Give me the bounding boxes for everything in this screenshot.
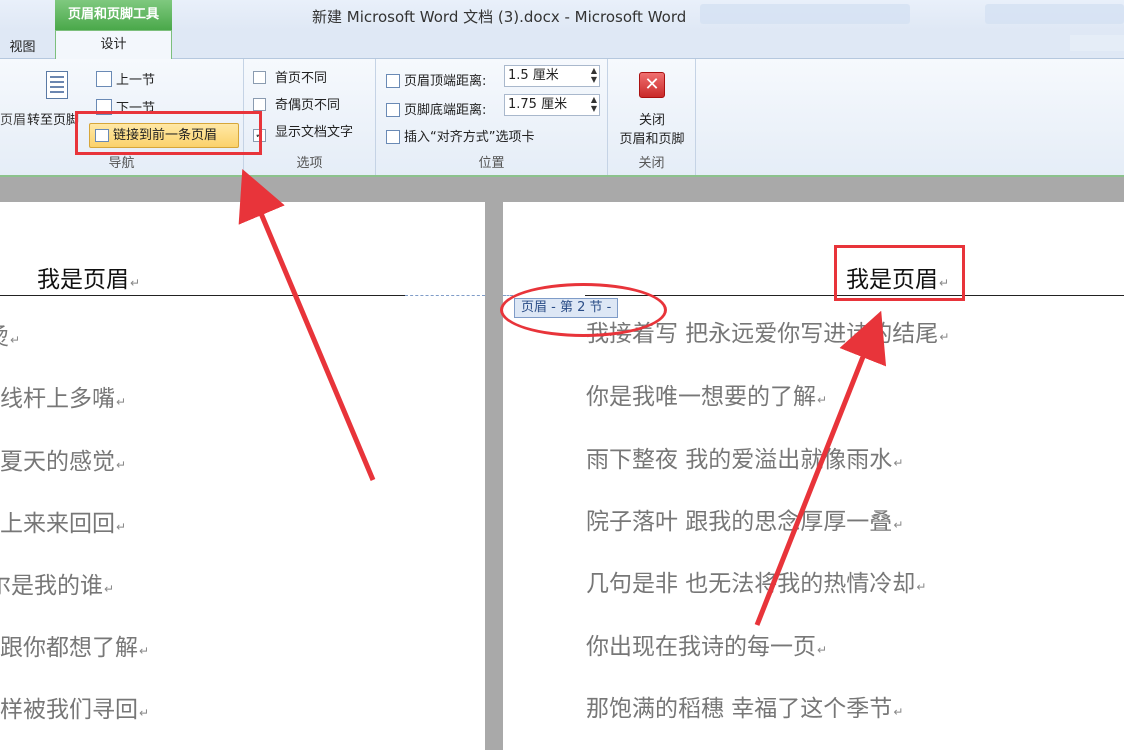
text-line-content: 线杆上多嘴 bbox=[0, 386, 115, 412]
text-line: 样被我们寻回↵ bbox=[0, 690, 149, 724]
show-document-text-checkbox[interactable]: ✓ 显示文档文字 bbox=[253, 121, 353, 142]
text-line-content: 烫 bbox=[0, 324, 9, 350]
text-line: 线杆上多嘴↵ bbox=[0, 379, 126, 413]
close-icon[interactable]: ✕ bbox=[639, 72, 665, 98]
text-line-content: 你是我唯一想要的了解 bbox=[586, 384, 816, 410]
text-line: 你出现在我诗的每一页↵ bbox=[586, 627, 827, 661]
checkbox-icon bbox=[253, 71, 266, 84]
options-group: 首页不同 奇偶页不同 ✓ 显示文档文字 选项 bbox=[244, 59, 376, 175]
spinner-arrows-icon[interactable]: ▲ ▼ bbox=[591, 66, 597, 84]
alignment-tab-icon bbox=[386, 130, 400, 144]
paragraph-mark: ↵ bbox=[817, 643, 828, 657]
paragraph-mark: ↵ bbox=[116, 395, 127, 409]
header-from-top-text: 页眉顶端距离: bbox=[404, 74, 487, 89]
paragraph-mark: ↵ bbox=[139, 706, 150, 720]
paragraph-mark: ↵ bbox=[916, 580, 927, 594]
left-header-text: 我是页眉 bbox=[37, 267, 129, 293]
text-line-content: 院子落叶 跟我的思念厚厚一叠 bbox=[586, 509, 893, 535]
text-line: 上来来回回↵ bbox=[0, 504, 126, 538]
footer-from-bottom-spinner[interactable]: 1.75 厘米 ▲ ▼ bbox=[504, 94, 600, 116]
text-line-content: 尔是我的谁 bbox=[0, 573, 103, 599]
annotation-box-header bbox=[834, 245, 965, 301]
text-line: 院子落叶 跟我的思念厚厚一叠↵ bbox=[586, 502, 903, 536]
paragraph-mark: ↵ bbox=[116, 458, 127, 472]
text-line-content: 你出现在我诗的每一页 bbox=[586, 634, 816, 660]
options-group-label: 选项 bbox=[296, 156, 323, 171]
spinner-arrows-icon[interactable]: ▲ ▼ bbox=[591, 95, 597, 113]
paragraph-mark: ↵ bbox=[817, 393, 828, 407]
text-line-content: 上来来回回 bbox=[0, 511, 115, 537]
tab-design[interactable]: 设计 bbox=[55, 30, 172, 60]
text-line: 尔是我的谁↵ bbox=[0, 566, 114, 600]
paragraph-mark: ↵ bbox=[139, 644, 150, 658]
insert-alignment-tab-label: 插入“对齐方式”选项卡 bbox=[404, 130, 535, 145]
tab-view[interactable]: 视图 bbox=[0, 36, 45, 56]
blurred-ribbon-control bbox=[1070, 35, 1124, 51]
blurred-taskbar-item bbox=[985, 4, 1124, 24]
text-line-content: 雨下整夜 我的爱溢出就像雨水 bbox=[586, 447, 893, 473]
header-position-icon bbox=[386, 74, 400, 88]
previous-section-icon bbox=[96, 71, 112, 87]
text-line-content: 几句是非 也无法将我的热情冷却 bbox=[586, 571, 916, 597]
position-group: 页眉顶端距离: 1.5 厘米 ▲ ▼ 页脚底端距离: 1.75 厘米 ▲ ▼ 插入“… bbox=[376, 59, 608, 175]
footer-from-bottom-text: 页脚底端距离: bbox=[404, 103, 487, 118]
text-line: 雨下整夜 我的爱溢出就像雨水↵ bbox=[586, 440, 903, 474]
annotation-box-link-button bbox=[75, 111, 262, 155]
blurred-taskbar-item bbox=[700, 4, 910, 24]
text-line: 跟你都想了解↵ bbox=[0, 628, 149, 662]
text-line-content: 那饱满的稻穗 幸福了这个季节 bbox=[586, 696, 893, 722]
paragraph-mark: ↵ bbox=[939, 330, 950, 344]
left-page-header[interactable]: 我是页眉↵ bbox=[37, 260, 140, 294]
paragraph-mark: ↵ bbox=[893, 456, 904, 470]
paragraph-mark: ↵ bbox=[893, 705, 904, 719]
goto-footer-icon bbox=[46, 71, 68, 99]
ribbon-tab-row: 视图 设计 bbox=[0, 30, 1124, 60]
paragraph-mark: ↵ bbox=[116, 520, 127, 534]
paragraph-mark: ↵ bbox=[893, 518, 904, 532]
odd-even-different-checkbox[interactable]: 奇偶页不同 bbox=[253, 94, 340, 113]
first-page-different-label: 首页不同 bbox=[275, 71, 328, 86]
footer-from-bottom-label: 页脚底端距离: bbox=[386, 99, 486, 118]
paragraph-mark: ↵ bbox=[130, 276, 141, 290]
text-line: 你是我唯一想要的了解↵ bbox=[586, 377, 827, 411]
first-page-different-checkbox[interactable]: 首页不同 bbox=[253, 67, 327, 86]
previous-section-label: 上一节 bbox=[116, 73, 156, 88]
footer-from-bottom-value: 1.75 厘米 bbox=[508, 97, 568, 112]
text-line-content: 样被我们寻回 bbox=[0, 697, 138, 723]
text-line-content: 跟你都想了解 bbox=[0, 635, 138, 661]
close-header-footer-button[interactable]: 关闭 页眉和页脚 bbox=[608, 109, 696, 147]
annotation-ellipse-section-tag bbox=[500, 283, 667, 337]
header-from-top-label: 页眉顶端距离: bbox=[386, 70, 486, 89]
odd-even-different-label: 奇偶页不同 bbox=[275, 98, 341, 113]
text-line: 烫↵ bbox=[0, 317, 20, 351]
text-line: 夏天的感觉↵ bbox=[0, 442, 126, 476]
position-group-label: 位置 bbox=[478, 156, 505, 171]
text-line-content: 夏天的感觉 bbox=[0, 449, 115, 475]
close-group: ✕ 关闭 页眉和页脚 关闭 bbox=[608, 59, 696, 175]
header-from-top-value: 1.5 厘米 bbox=[508, 68, 559, 83]
goto-footer-button[interactable]: 转至页脚 bbox=[27, 109, 79, 128]
text-line: 几句是非 也无法将我的热情冷却↵ bbox=[586, 564, 926, 598]
window-title: 新建 Microsoft Word 文档 (3).docx - Microsof… bbox=[312, 8, 687, 26]
title-bar: 页眉和页脚工具 新建 Microsoft Word 文档 (3).docx - … bbox=[0, 0, 1124, 30]
previous-section-button[interactable]: 上一节 bbox=[96, 69, 155, 88]
header-rule bbox=[0, 295, 405, 296]
left-page[interactable]: 我是页眉↵ 烫↵ 线杆上多嘴↵ 夏天的感觉↵ 上来来回回↵ 尔是我的谁↵ 跟你都… bbox=[0, 202, 485, 750]
header-from-top-spinner[interactable]: 1.5 厘米 ▲ ▼ bbox=[504, 65, 600, 87]
paragraph-mark: ↵ bbox=[10, 333, 21, 347]
show-document-text-label: 显示文档文字 bbox=[275, 125, 354, 140]
checkbox-icon bbox=[253, 98, 266, 111]
footer-position-icon bbox=[386, 103, 400, 117]
text-line: 那饱满的稻穗 幸福了这个季节↵ bbox=[586, 689, 903, 723]
insert-alignment-tab-button[interactable]: 插入“对齐方式”选项卡 bbox=[386, 126, 534, 145]
header-button-partial[interactable]: 页眉 bbox=[0, 109, 26, 128]
context-tab-header: 页眉和页脚工具 bbox=[55, 0, 172, 30]
close-group-label: 关闭 bbox=[638, 156, 665, 171]
close-button-line2: 页眉和页脚 bbox=[619, 132, 685, 147]
close-button-line1: 关闭 bbox=[638, 113, 665, 128]
header-boundary bbox=[405, 295, 485, 296]
paragraph-mark: ↵ bbox=[104, 582, 115, 596]
